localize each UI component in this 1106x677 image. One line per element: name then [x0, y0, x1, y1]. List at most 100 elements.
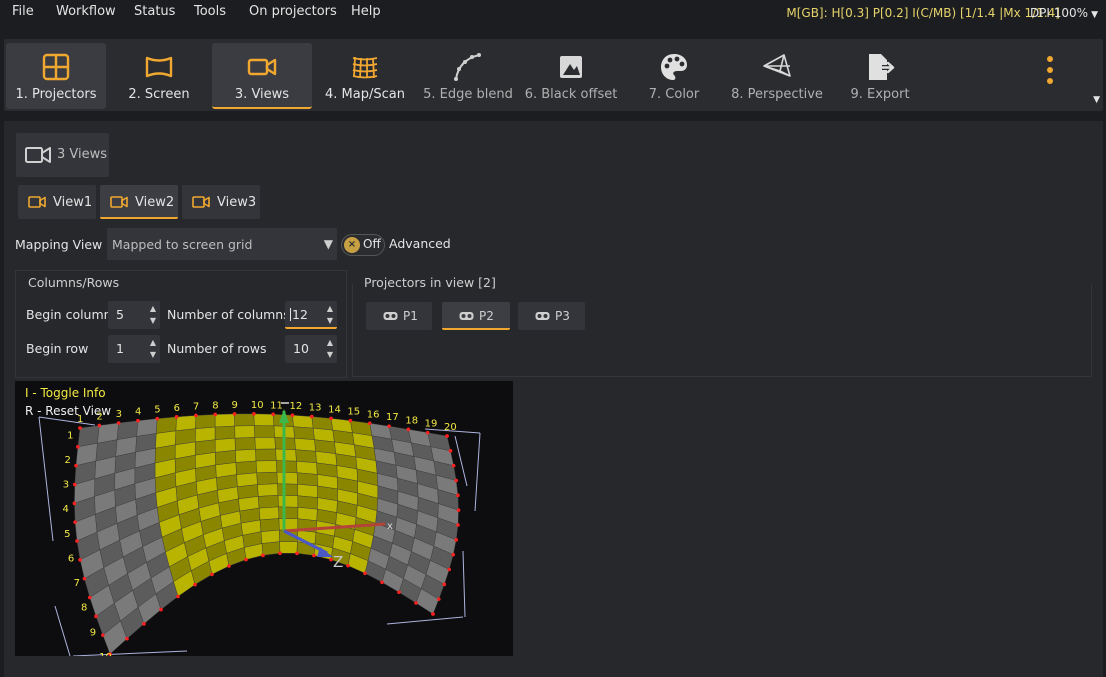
menu-status[interactable]: Status — [134, 4, 175, 19]
menu-help[interactable]: Help — [351, 4, 381, 19]
control-point[interactable] — [397, 590, 401, 595]
control-point[interactable] — [456, 508, 461, 512]
view-tab-2[interactable]: View2 — [100, 185, 178, 219]
control-point[interactable] — [309, 414, 314, 419]
control-point[interactable] — [348, 418, 353, 423]
control-point[interactable] — [445, 434, 449, 438]
control-point[interactable] — [442, 582, 447, 587]
control-point[interactable] — [232, 412, 237, 416]
control-point[interactable] — [74, 463, 78, 468]
tool-export[interactable]: 9. Export — [830, 43, 930, 109]
control-point[interactable] — [451, 552, 456, 557]
control-point[interactable] — [456, 523, 460, 527]
control-point[interactable] — [380, 580, 384, 585]
control-point[interactable] — [176, 594, 180, 599]
control-point[interactable] — [78, 558, 82, 562]
control-point[interactable] — [454, 478, 459, 483]
control-point[interactable] — [75, 539, 79, 543]
control-point[interactable] — [312, 553, 316, 558]
control-point[interactable] — [136, 418, 140, 423]
control-point[interactable] — [213, 412, 218, 417]
control-point[interactable] — [271, 412, 275, 417]
tool-black-offset[interactable]: 6. Black offset — [521, 43, 621, 109]
mapping-select[interactable]: Mapped to screen grid ▼ — [107, 228, 337, 260]
control-point[interactable] — [193, 582, 197, 587]
tool-map-scan[interactable]: 4. Map/Scan — [315, 43, 415, 109]
spin-down-icon[interactable]: ▼ — [327, 350, 333, 359]
projector-tab-p2[interactable]: P2 — [442, 302, 510, 330]
menu-on-projectors[interactable]: On projectors — [249, 4, 337, 19]
tool-color[interactable]: 7. Color — [624, 43, 724, 109]
control-point[interactable] — [78, 426, 82, 430]
control-point[interactable] — [290, 413, 295, 417]
num-columns-spinbox[interactable]: 12 ▲ ▼ — [285, 301, 337, 329]
view-tab-3[interactable]: View3 — [182, 185, 260, 219]
control-point[interactable] — [425, 430, 430, 435]
control-point[interactable] — [278, 551, 282, 556]
projector-tab-p1[interactable]: P1 — [366, 302, 432, 330]
begin-column-spinbox[interactable]: 5 ▲ ▼ — [108, 301, 160, 329]
control-point[interactable] — [94, 614, 98, 619]
more-vertical-icon[interactable] — [1044, 53, 1056, 87]
control-point[interactable] — [244, 557, 248, 562]
tool-views[interactable]: 3. Views — [212, 43, 312, 109]
menu-workflow[interactable]: Workflow — [56, 4, 116, 19]
control-point[interactable] — [329, 416, 333, 421]
control-point[interactable] — [101, 633, 105, 637]
control-point[interactable] — [363, 571, 367, 576]
mesh-viewport-canvas[interactable]: 1 2 3 4 5 6 7 8 9 10 11 12 13 14 15 16 17 18 19 20123456789… — [15, 381, 513, 656]
begin-row-spinbox[interactable]: 1 ▲ ▼ — [108, 335, 160, 363]
spin-down-icon[interactable]: ▼ — [150, 316, 156, 325]
control-point[interactable] — [437, 597, 441, 601]
projector-tab-p3[interactable]: P3 — [518, 302, 585, 330]
control-point[interactable] — [295, 551, 299, 556]
control-point[interactable] — [252, 412, 256, 416]
control-point[interactable] — [456, 493, 460, 498]
control-point[interactable] — [451, 463, 456, 468]
3d-viewport[interactable]: 1 2 3 4 5 6 7 8 9 10 11 12 13 14 15 16 17 18 19 20 1 2 3 4 5 6 7 8 9… — [15, 381, 513, 656]
control-point[interactable] — [97, 423, 102, 428]
menu-tools[interactable]: Tools — [194, 4, 226, 19]
advanced-toggle[interactable]: × Off — [341, 234, 385, 256]
control-point[interactable] — [431, 612, 435, 616]
control-point[interactable] — [414, 601, 418, 605]
control-point[interactable] — [454, 538, 459, 542]
spin-up-icon[interactable]: ▲ — [150, 304, 156, 313]
spin-up-icon[interactable]: ▲ — [327, 304, 333, 313]
control-point[interactable] — [87, 595, 92, 600]
control-point[interactable] — [76, 445, 80, 449]
control-point[interactable] — [194, 413, 198, 418]
tool-edge-blend[interactable]: 5. Edge blend — [418, 43, 518, 109]
control-point[interactable] — [346, 563, 350, 568]
control-point[interactable] — [125, 636, 129, 641]
control-point[interactable] — [72, 482, 77, 487]
control-point[interactable] — [73, 520, 77, 524]
control-point[interactable] — [261, 553, 265, 558]
control-point[interactable] — [82, 576, 87, 581]
tool-screen[interactable]: 2. Screen — [109, 43, 209, 109]
spin-up-icon[interactable]: ▲ — [327, 338, 333, 347]
tool-projectors[interactable]: 1. Projectors — [6, 43, 106, 109]
dpi-selector[interactable]: DPI 100% ▼ — [1030, 6, 1098, 20]
control-point[interactable] — [406, 427, 411, 432]
views-count-button[interactable]: 3 Views — [16, 133, 109, 177]
toolbar-expand-icon[interactable]: ▼ — [1093, 95, 1100, 105]
control-point[interactable] — [227, 564, 231, 568]
control-point[interactable] — [174, 415, 179, 419]
control-point[interactable] — [116, 421, 121, 425]
control-point[interactable] — [72, 501, 77, 506]
control-point[interactable] — [142, 622, 146, 626]
control-point[interactable] — [367, 421, 372, 426]
control-point[interactable] — [448, 449, 453, 453]
control-point[interactable] — [159, 607, 163, 612]
spin-down-icon[interactable]: ▼ — [327, 316, 333, 325]
view-tab-1[interactable]: View1 — [18, 185, 96, 219]
spin-down-icon[interactable]: ▼ — [150, 350, 156, 359]
control-point[interactable] — [210, 572, 214, 577]
tool-perspective[interactable]: 8. Perspective — [727, 43, 827, 109]
control-point[interactable] — [447, 567, 452, 572]
control-point[interactable] — [387, 424, 391, 428]
num-rows-spinbox[interactable]: 10 ▲ ▼ — [285, 335, 337, 363]
spin-up-icon[interactable]: ▲ — [150, 338, 156, 347]
menu-file[interactable]: File — [12, 4, 34, 19]
